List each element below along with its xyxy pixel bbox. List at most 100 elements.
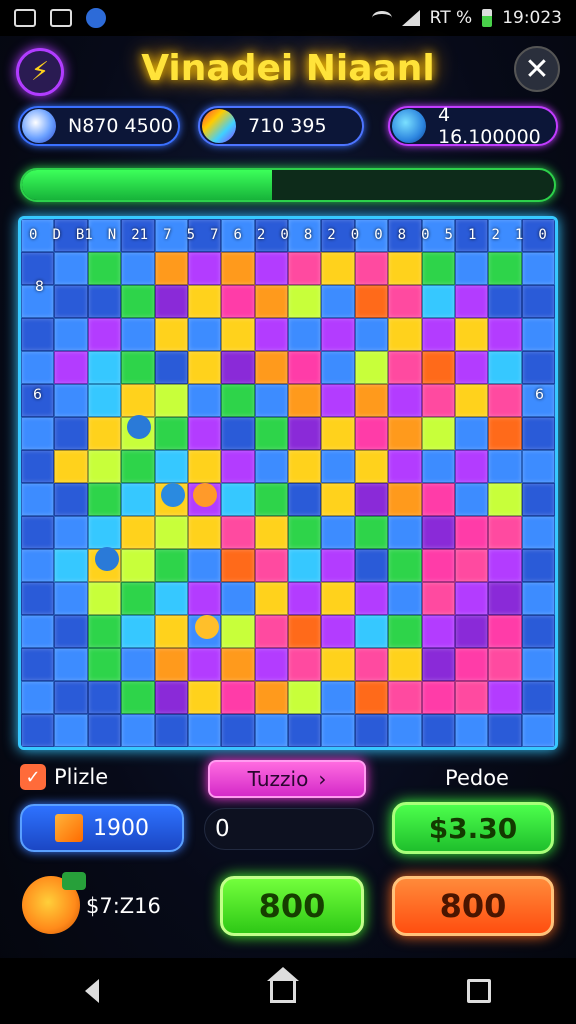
amount-input[interactable]: 0	[204, 808, 374, 850]
puzzle-piece[interactable]	[388, 351, 422, 384]
puzzle-piece[interactable]	[454, 351, 489, 384]
puzzle-piece[interactable]	[87, 318, 122, 351]
puzzle-piece[interactable]	[354, 549, 389, 582]
puzzle-piece[interactable]	[21, 714, 55, 747]
buy-price-button[interactable]: $3.30	[392, 802, 554, 854]
puzzle-piece[interactable]	[21, 417, 55, 450]
puzzle-piece[interactable]	[87, 285, 122, 318]
puzzle-piece[interactable]	[321, 582, 355, 615]
puzzle-piece[interactable]	[488, 351, 522, 384]
puzzle-piece[interactable]	[54, 417, 88, 450]
puzzle-piece[interactable]	[454, 318, 489, 351]
puzzle-piece[interactable]	[121, 351, 155, 384]
puzzle-piece[interactable]	[54, 582, 88, 615]
puzzle-piece[interactable]	[221, 483, 255, 516]
puzzle-piece[interactable]	[288, 351, 322, 384]
puzzle-piece[interactable]	[354, 450, 389, 483]
puzzle-piece[interactable]	[187, 351, 222, 384]
puzzle-piece[interactable]	[154, 582, 188, 615]
puzzle-piece[interactable]	[454, 483, 489, 516]
puzzle-piece[interactable]	[421, 417, 455, 450]
tab-puzzle[interactable]: Tuzzio ›	[208, 760, 366, 798]
puzzle-piece[interactable]	[288, 582, 322, 615]
puzzle-piece[interactable]	[388, 582, 422, 615]
puzzle-piece[interactable]	[354, 714, 389, 747]
smiley-icon[interactable]	[195, 615, 219, 639]
puzzle-piece[interactable]	[354, 351, 389, 384]
puzzle-piece[interactable]	[521, 681, 555, 714]
puzzle-piece[interactable]	[254, 648, 288, 681]
puzzle-piece[interactable]	[154, 681, 188, 714]
puzzle-piece[interactable]	[54, 351, 88, 384]
puzzle-piece[interactable]	[421, 384, 455, 417]
puzzle-piece[interactable]	[288, 681, 322, 714]
puzzle-piece[interactable]	[288, 483, 322, 516]
puzzle-piece[interactable]	[54, 483, 88, 516]
puzzle-piece[interactable]	[488, 483, 522, 516]
puzzle-piece[interactable]	[321, 714, 355, 747]
puzzle-piece[interactable]	[388, 615, 422, 648]
puzzle-piece[interactable]	[354, 384, 389, 417]
puzzle-piece[interactable]	[121, 648, 155, 681]
puzzle-piece[interactable]	[254, 450, 288, 483]
puzzle-piece[interactable]	[87, 714, 122, 747]
puzzle-piece[interactable]	[121, 516, 155, 549]
puzzle-piece[interactable]	[454, 417, 489, 450]
puzzle-piece[interactable]	[354, 615, 389, 648]
puzzle-piece[interactable]	[288, 549, 322, 582]
puzzle-piece[interactable]	[54, 615, 88, 648]
currency-pill-coins[interactable]: N870 4500	[18, 106, 180, 146]
smiley-icon[interactable]	[193, 483, 217, 507]
puzzle-piece[interactable]	[121, 285, 155, 318]
puzzle-piece[interactable]	[521, 252, 555, 285]
puzzle-piece[interactable]	[87, 483, 122, 516]
puzzle-piece[interactable]	[521, 417, 555, 450]
puzzle-piece[interactable]	[121, 483, 155, 516]
puzzle-piece[interactable]	[254, 318, 288, 351]
puzzle-piece[interactable]	[254, 285, 288, 318]
puzzle-piece[interactable]	[321, 351, 355, 384]
puzzle-piece[interactable]	[321, 384, 355, 417]
puzzle-piece[interactable]	[288, 318, 322, 351]
puzzle-piece[interactable]	[521, 351, 555, 384]
puzzle-piece[interactable]	[187, 681, 222, 714]
puzzle-piece[interactable]	[354, 681, 389, 714]
puzzle-piece[interactable]	[488, 417, 522, 450]
puzzle-piece[interactable]	[121, 549, 155, 582]
puzzle-piece[interactable]	[454, 516, 489, 549]
puzzle-piece[interactable]	[454, 582, 489, 615]
puzzle-piece[interactable]	[321, 615, 355, 648]
puzzle-piece[interactable]	[488, 582, 522, 615]
currency-pill-gems[interactable]: 710 395	[198, 106, 364, 146]
puzzle-piece[interactable]	[87, 450, 122, 483]
puzzle-piece[interactable]	[87, 681, 122, 714]
puzzle-piece[interactable]	[187, 582, 222, 615]
puzzle-piece[interactable]	[288, 516, 322, 549]
puzzle-piece[interactable]	[121, 318, 155, 351]
puzzle-piece[interactable]	[121, 450, 155, 483]
puzzle-piece[interactable]	[254, 384, 288, 417]
puzzle-piece[interactable]	[154, 318, 188, 351]
puzzle-piece[interactable]	[154, 648, 188, 681]
puzzle-piece[interactable]	[288, 285, 322, 318]
puzzle-piece[interactable]	[187, 384, 222, 417]
puzzle-piece[interactable]	[388, 318, 422, 351]
puzzle-piece[interactable]	[321, 285, 355, 318]
puzzle-piece[interactable]	[421, 549, 455, 582]
puzzle-piece[interactable]	[488, 285, 522, 318]
puzzle-piece[interactable]	[388, 252, 422, 285]
puzzle-piece[interactable]	[488, 648, 522, 681]
puzzle-piece[interactable]	[421, 648, 455, 681]
puzzle-piece[interactable]	[288, 615, 322, 648]
puzzle-piece[interactable]	[321, 648, 355, 681]
puzzle-piece[interactable]	[121, 252, 155, 285]
puzzle-piece[interactable]	[21, 351, 55, 384]
puzzle-piece[interactable]	[288, 648, 322, 681]
puzzle-piece[interactable]	[254, 582, 288, 615]
puzzle-piece[interactable]	[454, 549, 489, 582]
puzzle-piece[interactable]	[21, 648, 55, 681]
puzzle-piece[interactable]	[521, 285, 555, 318]
puzzle-piece[interactable]	[54, 681, 88, 714]
puzzle-piece[interactable]	[187, 516, 222, 549]
puzzle-piece[interactable]	[221, 549, 255, 582]
